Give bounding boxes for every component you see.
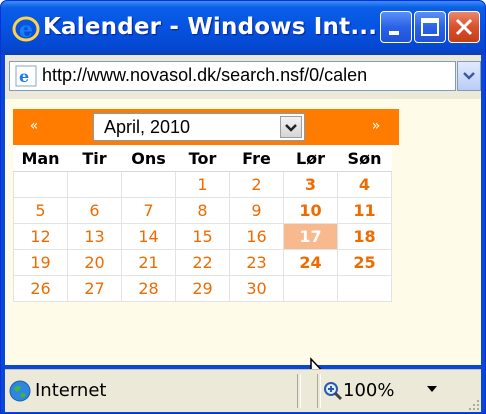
address-url: http://www.novasol.dk/search.nsf/0/calen [42,65,368,85]
calendar-day[interactable]: 23 [229,249,284,276]
calendar-day[interactable]: 2 [229,171,284,198]
globe-icon [9,380,31,402]
prev-month-button[interactable]: « [13,109,55,145]
maximize-button[interactable] [414,11,446,43]
address-field[interactable]: e http://www.novasol.dk/search.nsf/0/cal… [9,61,456,91]
status-bar: Internet 100% [5,369,481,412]
svg-text:e: e [19,17,33,43]
calendar-day[interactable]: 1 [175,171,230,198]
close-icon [455,18,473,36]
weekday-header: Fre [229,145,284,172]
calendar-week-row: 19 20 21 22 23 24 25 [13,249,392,276]
svg-text:e: e [19,67,29,86]
calendar-day[interactable]: 28 [121,275,176,302]
next-month-button[interactable]: » [355,109,397,145]
calendar-day[interactable]: 26 [13,275,68,302]
address-bar: e http://www.novasol.dk/search.nsf/0/cal… [5,55,481,99]
month-select-value: April, 2010 [104,117,191,137]
calendar-day[interactable]: 11 [337,197,392,224]
maximize-icon [421,18,439,36]
weekday-header: Tor [175,145,230,172]
chevron-down-icon [463,72,475,80]
window-title: Kalender - Windows Int... [43,14,378,40]
calendar-day[interactable]: 12 [13,223,68,250]
zoom-dropdown-icon[interactable] [425,384,439,394]
month-select[interactable]: April, 2010 [93,113,305,141]
calendar-day[interactable]: 24 [283,249,338,276]
calendar-empty-cell [121,171,176,198]
calendar-grid: Man Tir Ons Tor Fre Lør Søn 1 2 3 4 5 6 7 8 9 10 11 12 13 1… [13,145,392,302]
calendar-day[interactable]: 27 [67,275,122,302]
calendar-day[interactable]: 4 [337,171,392,198]
weekday-header-row: Man Tir Ons Tor Fre Lør Søn [13,145,392,172]
calendar-day[interactable]: 17 [283,223,338,250]
page-content: « April, 2010 » Man Tir Ons Tor Fre Lør Søn 12… [5,99,481,391]
zoom-level[interactable]: 100% [343,380,394,401]
status-divider [317,374,321,408]
calendar-day[interactable]: 21 [121,249,176,276]
calendar-week-row: 26 27 28 29 30 [13,275,392,302]
weekday-header: Ons [121,145,176,172]
browser-window: e Kalender - Windows Int... e http://www… [0,0,486,414]
calendar-week-row: 5 6 7 8 9 10 11 [13,197,392,224]
calendar-day[interactable]: 30 [229,275,284,302]
calendar-week-row: 12 13 14 15 16 17 18 [13,223,392,250]
calendar-day[interactable]: 16 [229,223,284,250]
calendar-day[interactable]: 9 [229,197,284,224]
calendar-empty-cell [13,171,68,198]
calendar-day[interactable]: 19 [13,249,68,276]
resize-grip-icon[interactable] [465,396,481,412]
calendar-empty-cell [283,275,338,302]
calendar-day[interactable]: 14 [121,223,176,250]
calendar-day[interactable]: 22 [175,249,230,276]
calendar-week-row: 1234 [13,171,392,198]
calendar-day[interactable]: 18 [337,223,392,250]
calendar-day[interactable]: 15 [175,223,230,250]
zoom-icon[interactable] [323,381,343,401]
chevron-down-icon [285,124,297,132]
calendar-body: 1 2 3 4 5 6 7 8 9 10 11 12 13 14 15 16 17 18 19 20 21 22 23 24 2… [13,171,392,302]
calendar-empty-cell [67,171,122,198]
minimize-button[interactable] [380,11,412,43]
calendar-header: « April, 2010 » [13,109,399,145]
calendar-day[interactable]: 8 [175,197,230,224]
calendar-day[interactable]: 25 [337,249,392,276]
weekday-header: Søn [337,145,392,172]
ie-logo-icon: e [12,16,40,43]
calendar-empty-cell [337,275,392,302]
calendar-day[interactable]: 10 [283,197,338,224]
month-select-button[interactable] [280,116,302,138]
address-dropdown-button[interactable] [457,61,481,91]
calendar-day[interactable]: 5 [13,197,68,224]
calendar-day[interactable]: 29 [175,275,230,302]
close-button[interactable] [448,11,480,43]
calendar-day[interactable]: 3 [283,171,338,198]
weekday-header: Tir [67,145,122,172]
calendar-day[interactable]: 7 [121,197,176,224]
calendar-day[interactable]: 6 [67,197,122,224]
title-bar[interactable]: e Kalender - Windows Int... [1,1,485,55]
weekday-header: Man [13,145,68,172]
page-icon: e [15,65,37,87]
security-zone-label: Internet [35,380,107,401]
weekday-header: Lør [283,145,338,172]
calendar-day[interactable]: 13 [67,223,122,250]
status-divider [297,374,301,408]
calendar-day[interactable]: 20 [67,249,122,276]
minimize-icon [389,31,399,35]
